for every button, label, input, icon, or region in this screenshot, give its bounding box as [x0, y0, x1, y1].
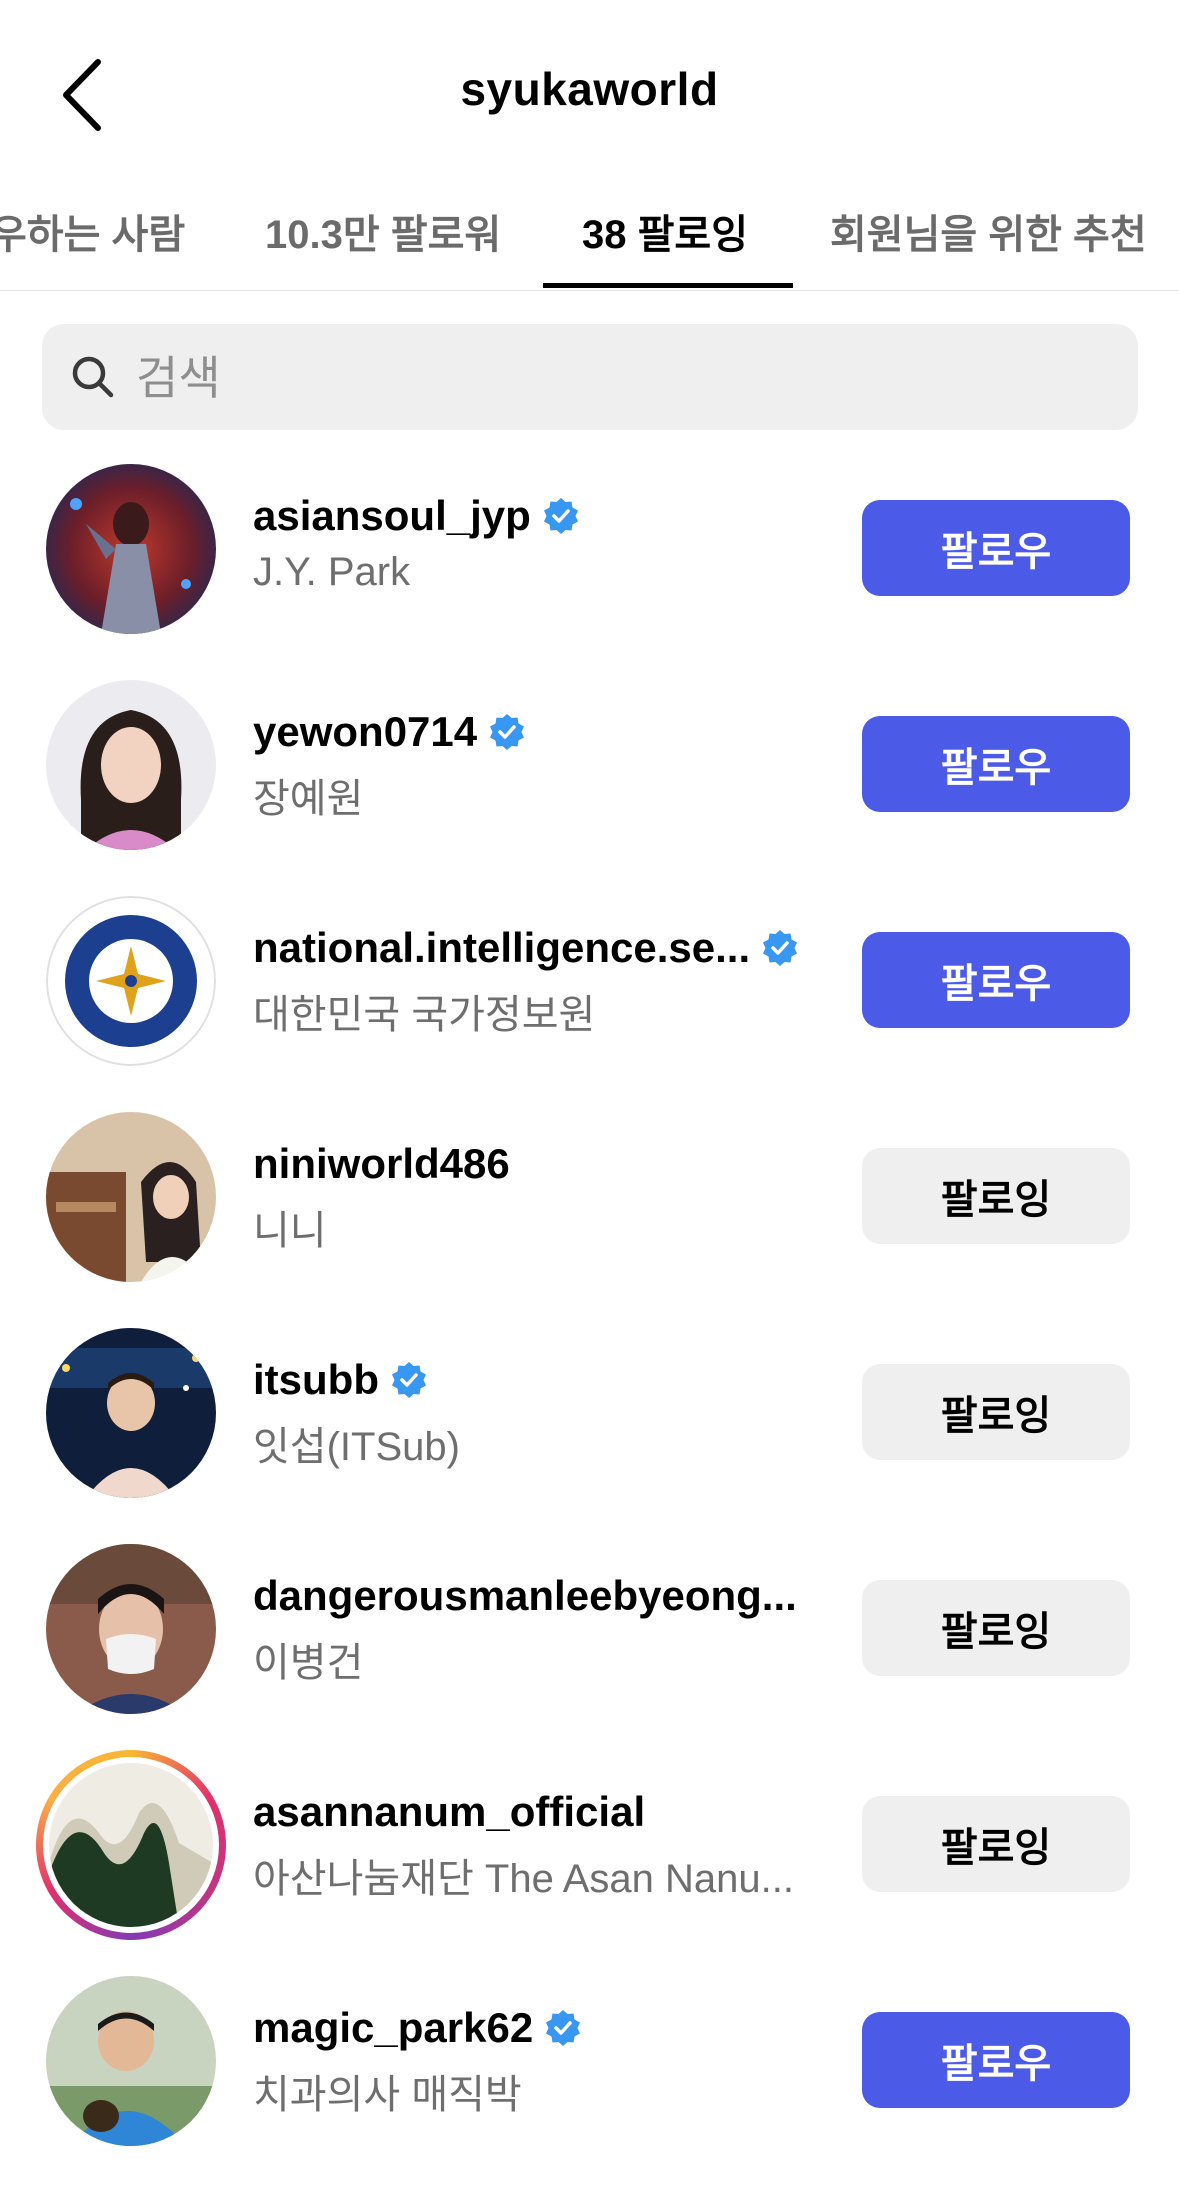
- list-item[interactable]: asiansoul_jyp J.Y. Park 팔로우: [0, 460, 1179, 676]
- list-item[interactable]: magic_park62 치과의사 매직박 팔로우: [0, 1972, 1179, 2188]
- page-title: syukaworld: [460, 63, 719, 115]
- full-name: 대한민국 국가정보원: [253, 993, 596, 1037]
- following-button[interactable]: 팔로잉: [862, 1364, 1130, 1460]
- follow-button[interactable]: 팔로우: [862, 500, 1130, 596]
- full-name: 치과의사 매직박: [253, 2073, 522, 2117]
- tab-bar: 우하는 사람 10.3만 팔로워 38 팔로잉 회원님을 위한 추천: [0, 190, 1179, 291]
- follow-button[interactable]: 팔로우: [862, 716, 1130, 812]
- avatar[interactable]: [46, 1112, 216, 1282]
- verified-badge-icon: [541, 496, 581, 536]
- tab-mutual[interactable]: 우하는 사람: [0, 200, 185, 288]
- avatar: [43, 1757, 219, 1933]
- full-name: 잇섭(ITSub): [253, 1425, 460, 1469]
- avatar[interactable]: [46, 680, 216, 850]
- avatar[interactable]: [46, 464, 216, 634]
- follow-button[interactable]: 팔로우: [862, 932, 1130, 1028]
- full-name: 이병건: [253, 1641, 364, 1685]
- list-item[interactable]: niniworld486 니니 팔로잉: [0, 1108, 1179, 1324]
- following-button[interactable]: 팔로잉: [862, 1148, 1130, 1244]
- username[interactable]: yewon0714: [253, 708, 527, 756]
- username[interactable]: national.intelligence.se...: [253, 924, 800, 972]
- tab-followers[interactable]: 10.3만 팔로워: [265, 200, 501, 288]
- avatar[interactable]: [46, 1976, 216, 2146]
- list-item[interactable]: dangerousmanleebyeong... 이병건 팔로잉: [0, 1540, 1179, 1756]
- list-item[interactable]: asannanum_official 아산나눔재단 The Asan Nanu.…: [0, 1750, 1179, 1972]
- tab-following[interactable]: 38 팔로잉: [582, 200, 748, 288]
- active-tab-indicator: [543, 283, 793, 288]
- avatar[interactable]: [46, 1328, 216, 1498]
- username[interactable]: niniworld486: [253, 1140, 510, 1188]
- story-ring-avatar[interactable]: [36, 1750, 226, 1940]
- following-button[interactable]: 팔로잉: [862, 1796, 1130, 1892]
- username[interactable]: asiansoul_jyp: [253, 492, 581, 540]
- username[interactable]: itsubb: [253, 1356, 429, 1404]
- full-name: J.Y. Park: [253, 550, 411, 594]
- avatar[interactable]: [46, 1544, 216, 1714]
- full-name: 니니: [253, 1209, 327, 1253]
- search-icon: [70, 354, 116, 400]
- verified-badge-icon: [760, 928, 800, 968]
- following-button[interactable]: 팔로잉: [862, 1580, 1130, 1676]
- follow-button[interactable]: 팔로우: [862, 2012, 1130, 2108]
- username[interactable]: magic_park62: [253, 2004, 583, 2052]
- full-name: 장예원: [253, 777, 364, 821]
- list-item[interactable]: itsubb 잇섭(ITSub) 팔로잉: [0, 1324, 1179, 1540]
- search-input[interactable]: [134, 324, 1098, 432]
- full-name: 아산나눔재단 The Asan Nanu...: [253, 1857, 794, 1901]
- username[interactable]: asannanum_official: [253, 1788, 645, 1836]
- verified-badge-icon: [543, 2008, 583, 2048]
- list-item[interactable]: yewon0714 장예원 팔로우: [0, 676, 1179, 892]
- verified-badge-icon: [389, 1360, 429, 1400]
- tab-suggested[interactable]: 회원님을 위한 추천: [830, 200, 1147, 288]
- avatar[interactable]: [46, 896, 216, 1066]
- verified-badge-icon: [487, 712, 527, 752]
- username[interactable]: dangerousmanleebyeong...: [253, 1572, 797, 1620]
- list-item[interactable]: national.intelligence.se... 대한민국 국가정보원 팔…: [0, 892, 1179, 1108]
- search-bar: [42, 324, 1138, 432]
- top-bar: syukaworld: [0, 0, 1179, 190]
